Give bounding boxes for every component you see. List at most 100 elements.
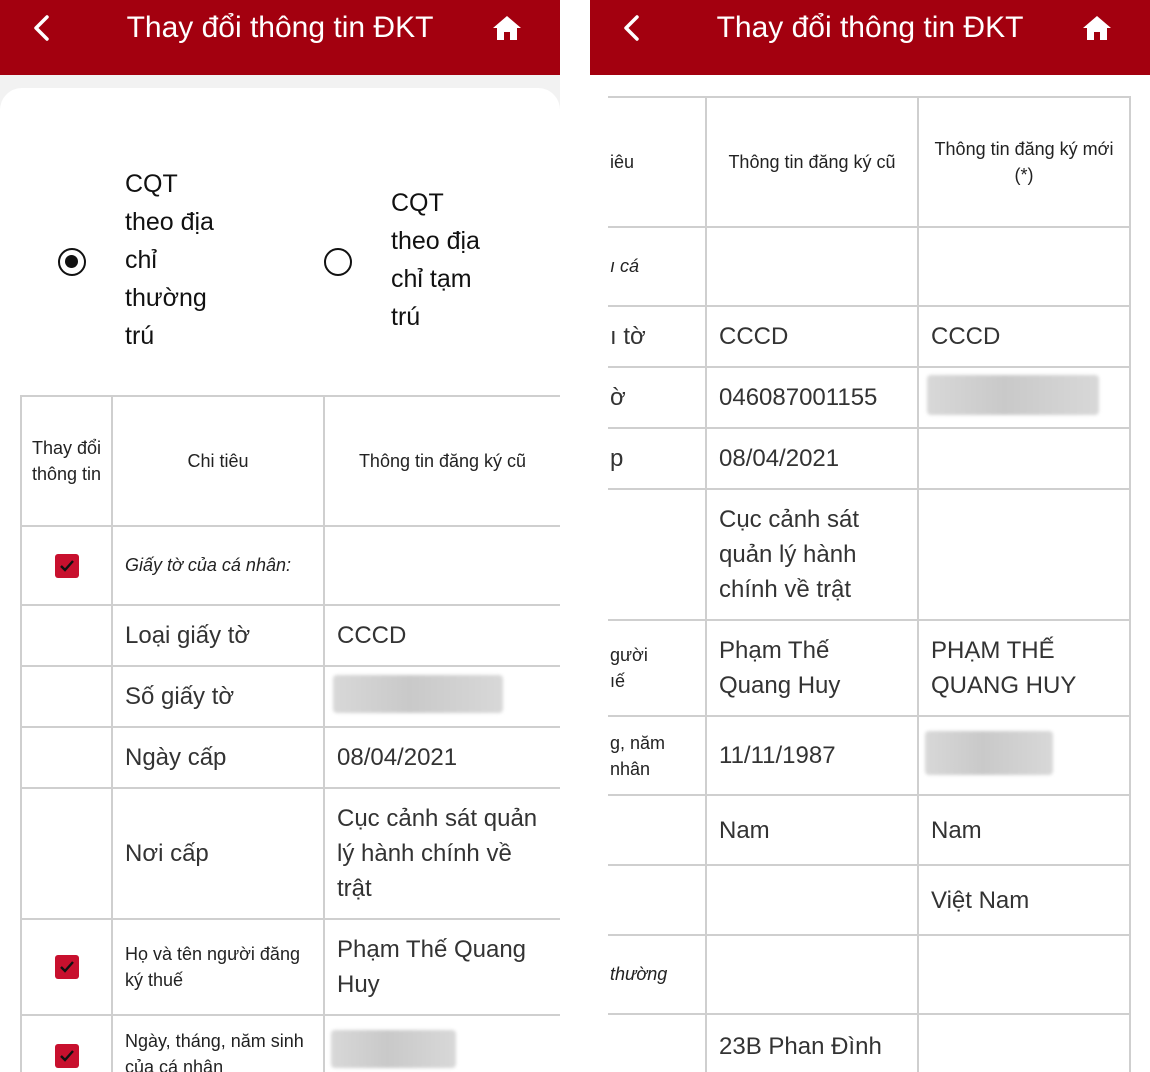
table-row: Nơi cấp Cục cảnh sát quản lý hành chính … xyxy=(20,787,560,920)
table-row: Cục cảnh sát quản lý hành chính về trật xyxy=(608,488,1131,621)
old-value: CCCD xyxy=(705,305,919,368)
field-label-partial: g, năm nhân xyxy=(608,715,707,796)
radio-label-permanent[interactable]: CQT theo địa chỉ thường trú xyxy=(125,165,214,355)
field-label: Loại giấy tờ xyxy=(111,604,325,667)
old-value: Cục cảnh sát quản lý hành chính về trật xyxy=(323,787,560,920)
row-checkbox-cell xyxy=(20,665,113,728)
redacted-value xyxy=(927,375,1099,415)
field-label-partial: thường xyxy=(608,934,707,1015)
table-row: Nam Nam xyxy=(608,794,1131,866)
right-screen: Thay đổi thông tin ĐKT iêu Thông tin đăn… xyxy=(590,0,1150,1072)
row-checkbox-cell[interactable] xyxy=(20,918,113,1016)
table-row: gười ıế Phạm Thế Quang Huy PHẠM THẾ QUAN… xyxy=(608,619,1131,717)
table-row: thường xyxy=(608,934,1131,1015)
old-value: 08/04/2021 xyxy=(323,726,560,789)
field-label-partial xyxy=(608,794,707,866)
row-checkbox-cell xyxy=(20,726,113,789)
table-row: ı tờ CCCD CCCD xyxy=(608,305,1131,368)
old-value: 23B Phan Đình xyxy=(705,1013,919,1072)
table-row: 23B Phan Đình xyxy=(608,1013,1131,1072)
old-value: 08/04/2021 xyxy=(705,427,919,490)
old-value-redacted xyxy=(323,1014,560,1072)
home-icon[interactable] xyxy=(1082,14,1112,42)
table-row: ı cá xyxy=(608,226,1131,307)
field-label-partial: iêu xyxy=(608,96,707,228)
old-value-redacted xyxy=(323,665,560,728)
new-value xyxy=(917,427,1131,490)
row-checkbox-cell[interactable] xyxy=(20,1014,113,1072)
info-table-scrolled: iêu Thông tin đăng ký cũ Thông tin đăng … xyxy=(608,96,1131,1072)
new-value xyxy=(917,934,1131,1015)
table-row: Số giấy tờ xyxy=(20,665,560,728)
old-value: Cục cảnh sát quản lý hành chính về trật xyxy=(705,488,919,621)
field-label: Họ và tên người đăng ký thuế xyxy=(111,918,325,1016)
redacted-value xyxy=(333,675,503,713)
new-value: PHẠM THẾ QUANG HUY xyxy=(917,619,1131,717)
redacted-value xyxy=(925,731,1053,775)
table-row: ờ 046087001155 xyxy=(608,366,1131,429)
app-header: Thay đổi thông tin ĐKT xyxy=(0,0,560,75)
field-label-partial xyxy=(608,1013,707,1072)
old-value xyxy=(705,864,919,936)
old-value: 046087001155 xyxy=(705,366,919,429)
row-checkbox-cell[interactable] xyxy=(20,525,113,606)
info-table: Thay đổi thông tin Chi tiêu Thông tin đă… xyxy=(20,395,560,1072)
field-label-partial: ı cá xyxy=(608,226,707,307)
new-value xyxy=(917,1013,1131,1072)
field-label: Số giấy tờ xyxy=(111,665,325,728)
field-label: Giấy tờ của cá nhân: xyxy=(111,525,325,606)
field-label-partial xyxy=(608,864,707,936)
table-header-row: iêu Thông tin đăng ký cũ Thông tin đăng … xyxy=(608,96,1131,228)
field-label-partial: p xyxy=(608,427,707,490)
new-value xyxy=(917,488,1131,621)
page-title: Thay đổi thông tin ĐKT xyxy=(716,11,1024,44)
old-value xyxy=(323,525,560,606)
old-value xyxy=(705,226,919,307)
old-value xyxy=(705,934,919,1015)
panel-gap xyxy=(560,0,590,1072)
field-label: Nơi cấp xyxy=(111,787,325,920)
checkbox-checked-icon[interactable] xyxy=(54,553,79,578)
table-row: p 08/04/2021 xyxy=(608,427,1131,490)
app-header: Thay đổi thông tin ĐKT xyxy=(590,0,1150,75)
col-header-old: Thông tin đăng ký cũ xyxy=(323,395,560,527)
row-checkbox-cell xyxy=(20,787,113,920)
field-label-partial: ờ xyxy=(608,366,707,429)
table-row: Ngày cấp 08/04/2021 xyxy=(20,726,560,789)
page-title: Thay đổi thông tin ĐKT xyxy=(126,11,434,44)
home-icon[interactable] xyxy=(492,14,522,42)
field-label-partial xyxy=(608,488,707,621)
table-row: Giấy tờ của cá nhân: xyxy=(20,525,560,606)
new-value: Nam xyxy=(917,794,1131,866)
old-value: Phạm Thế Quang Huy xyxy=(323,918,560,1016)
col-header-new: Thông tin đăng ký mới (*) xyxy=(917,96,1131,228)
col-header-old: Thông tin đăng ký cũ xyxy=(705,96,919,228)
new-value: CCCD xyxy=(917,305,1131,368)
table-row: Việt Nam xyxy=(608,864,1131,936)
new-value: Việt Nam xyxy=(917,864,1131,936)
new-value-redacted xyxy=(917,366,1131,429)
row-checkbox-cell xyxy=(20,604,113,667)
radio-selected-icon[interactable] xyxy=(58,248,86,276)
left-screen: Thay đổi thông tin ĐKT CQT theo địa chỉ … xyxy=(0,0,560,1072)
old-value: Phạm Thế Quang Huy xyxy=(705,619,919,717)
new-value xyxy=(917,226,1131,307)
old-value: 11/11/1987 xyxy=(705,715,919,796)
redacted-value xyxy=(331,1030,456,1068)
checkbox-checked-icon[interactable] xyxy=(54,955,79,979)
radio-label-temporary[interactable]: CQT theo địa chỉ tạm trú xyxy=(391,184,480,336)
table-header-row: Thay đổi thông tin Chi tiêu Thông tin đă… xyxy=(20,395,560,527)
table-row: Loại giấy tờ CCCD xyxy=(20,604,560,667)
old-value: Nam xyxy=(705,794,919,866)
new-value-redacted xyxy=(917,715,1131,796)
table-row: g, năm nhân 11/11/1987 xyxy=(608,715,1131,796)
col-header-change: Thay đổi thông tin xyxy=(20,395,113,527)
radio-unselected-icon[interactable] xyxy=(324,248,352,276)
old-value: CCCD xyxy=(323,604,560,667)
table-row: Họ và tên người đăng ký thuế Phạm Thế Qu… xyxy=(20,918,560,1016)
field-label-partial: ı tờ xyxy=(608,305,707,368)
field-label: Ngày, tháng, năm sinh của cá nhân xyxy=(111,1014,325,1072)
checkbox-checked-icon[interactable] xyxy=(54,1044,79,1068)
field-label-partial: gười ıế xyxy=(608,619,707,717)
table-row: Ngày, tháng, năm sinh của cá nhân xyxy=(20,1014,560,1072)
